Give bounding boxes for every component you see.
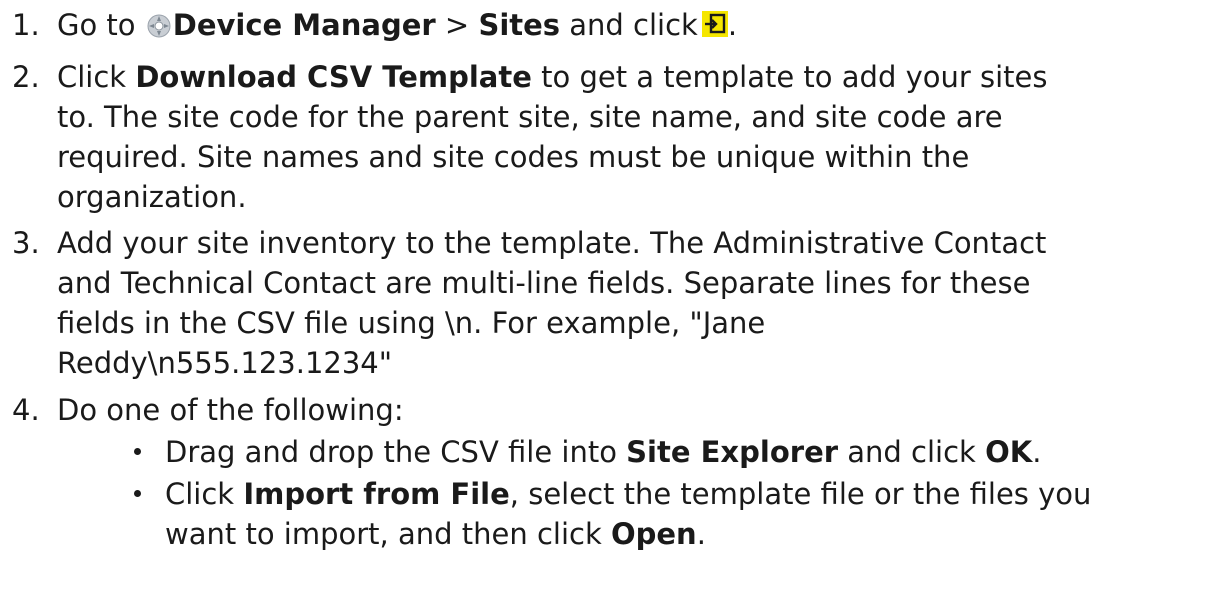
- step-2-line-3: required. Site names and site codes must…: [57, 140, 970, 174]
- bullet-1-prefix: Drag and drop the CSV file into: [165, 435, 617, 469]
- step-4-number: 4.: [12, 393, 40, 427]
- open-label: Open: [610, 517, 697, 551]
- bullet-dot: [134, 448, 141, 455]
- step-1-and-click: and click: [569, 8, 698, 42]
- step-2-number: 2.: [12, 60, 40, 94]
- step-3-line-4: Reddy\n555.123.1234": [57, 346, 393, 380]
- bullet-1-middle: and click: [847, 435, 976, 469]
- step-1-text: Go to Device Manager > Sites and click .: [57, 5, 737, 45]
- step-2-rest: to get a template to add your sites: [541, 60, 1048, 94]
- step-3-line-1: Add your site inventory to the template.…: [57, 226, 1047, 260]
- step-2-line-2: to. The site code for the parent site, s…: [57, 100, 1003, 134]
- step-2-line-4: organization.: [57, 180, 247, 214]
- step-4-bullet-2-line-2: want to import, and then click Open.: [165, 514, 706, 554]
- import-icon: [701, 7, 728, 37]
- bullet-2-click: Click: [165, 477, 235, 511]
- device-manager-icon: [147, 8, 171, 38]
- sites-label: Sites: [478, 8, 561, 42]
- step-4-bullet-2-line-1: Click Import from File, select the templ…: [165, 474, 1091, 514]
- step-4-bullet-1: Drag and drop the CSV file into Site Exp…: [165, 432, 1041, 472]
- instructions-document: 1. Go to Device Manager > Sites and clic…: [0, 0, 1219, 608]
- breadcrumb-separator: >: [444, 8, 470, 42]
- step-2-line-1: Click Download CSV Template to get a tem…: [57, 57, 1047, 97]
- step-1-period: .: [727, 8, 738, 42]
- bullet-2-rest: , select the template file or the files …: [509, 477, 1092, 511]
- step-1-prefix: Go to: [57, 8, 136, 42]
- bullet-dot: [134, 490, 141, 497]
- step-3-line-3: fields in the CSV file using \n. For exa…: [57, 306, 766, 340]
- step-3-number: 3.: [12, 226, 40, 260]
- import-from-file-label: Import from File: [243, 477, 510, 511]
- device-manager-label: Device Manager: [172, 8, 436, 42]
- step-3-line-2: and Technical Contact are multi-line fie…: [57, 266, 1031, 300]
- step-4-intro: Do one of the following:: [57, 393, 404, 427]
- site-explorer-label: Site Explorer: [626, 435, 839, 469]
- step-2-click: Click: [57, 60, 127, 94]
- ok-label: OK: [985, 435, 1033, 469]
- step-1-number: 1.: [12, 8, 40, 42]
- bullet-2-end: .: [696, 517, 706, 551]
- download-csv-template-label: Download CSV Template: [135, 60, 532, 94]
- bullet-1-end: .: [1032, 435, 1042, 469]
- bullet-2-line-2-prefix: want to import, and then click: [165, 517, 602, 551]
